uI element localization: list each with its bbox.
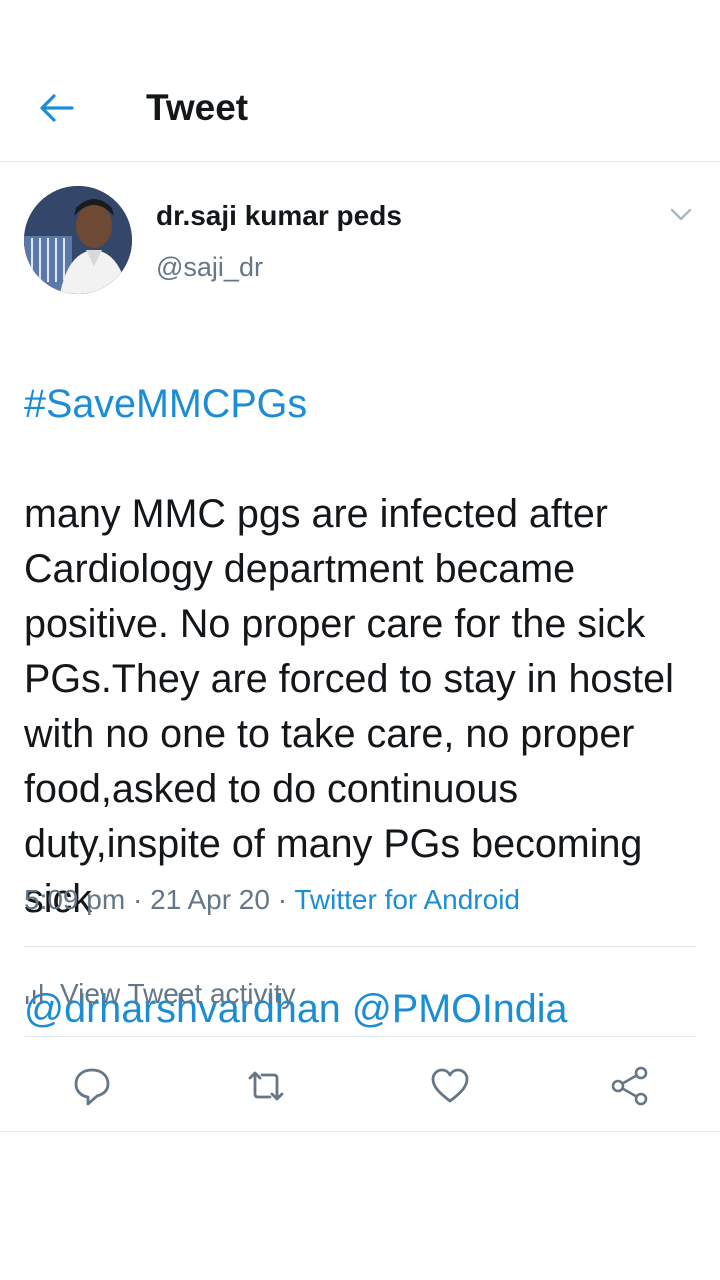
tweet-time: 5:09 pm <box>24 884 126 915</box>
meta-separator: · <box>269 884 295 915</box>
page-title: Tweet <box>146 87 249 128</box>
retweet-button[interactable] <box>240 1060 292 1112</box>
divider <box>24 946 696 947</box>
view-tweet-activity-label: View Tweet activity <box>60 978 296 1009</box>
tweet-source-link[interactable]: Twitter for Android <box>294 884 520 915</box>
tweet-actions-bar <box>0 1060 720 1112</box>
reply-button[interactable] <box>66 1060 118 1112</box>
back-button[interactable] <box>34 86 78 130</box>
avatar[interactable] <box>24 186 132 294</box>
tweet-metadata: 5:09 pm · 21 Apr 20 · Twitter for Androi… <box>24 884 520 916</box>
analytics-icon <box>26 984 43 1004</box>
tweet-author: dr.saji kumar peds @saji_dr <box>24 186 696 296</box>
share-icon <box>611 1066 648 1106</box>
tweet-date: 21 Apr 20 <box>150 884 270 915</box>
tweet-menu-button[interactable] <box>666 200 696 230</box>
back-arrow-icon <box>40 94 74 122</box>
author-handle[interactable]: @saji_dr <box>156 252 263 283</box>
divider <box>24 1036 696 1037</box>
chevron-down-icon <box>670 208 692 221</box>
reply-icon <box>74 1068 110 1106</box>
like-button[interactable] <box>424 1060 476 1112</box>
like-icon <box>431 1068 469 1103</box>
meta-separator: · <box>125 884 151 915</box>
divider <box>0 1131 720 1132</box>
hashtag-link[interactable]: #SaveMMCPGs <box>24 377 704 432</box>
tweet-body: many MMC pgs are infected after Cardiolo… <box>24 492 674 921</box>
author-name[interactable]: dr.saji kumar peds <box>156 200 402 232</box>
share-button[interactable] <box>604 1060 656 1112</box>
retweet-icon <box>248 1071 284 1101</box>
app-header: Tweet <box>0 0 720 162</box>
view-tweet-activity-button[interactable]: View Tweet activity <box>24 972 296 1016</box>
